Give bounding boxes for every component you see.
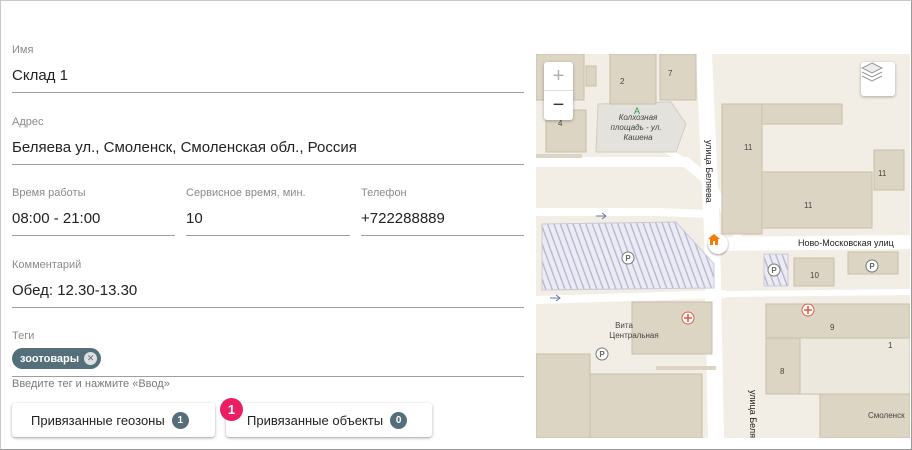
map-building bbox=[656, 366, 716, 370]
map-building bbox=[536, 353, 591, 438]
zoom-out-button[interactable]: − bbox=[544, 91, 573, 120]
parking-icon-label: P bbox=[869, 262, 875, 271]
address-field[interactable]: Адрес Беляева ул., Смоленск, Смоленская … bbox=[12, 116, 524, 165]
map-label-7: 7 bbox=[668, 69, 673, 78]
map-label-11c: 11 bbox=[804, 201, 813, 210]
map-road bbox=[725, 289, 910, 297]
address-label: Адрес bbox=[12, 116, 44, 128]
service-time-input[interactable]: 10 bbox=[186, 209, 350, 236]
map-label-street-belyaeva: улица Беляева bbox=[704, 140, 714, 203]
map-road bbox=[536, 290, 727, 304]
service-time-field[interactable]: Сервисное время, мин. 10 bbox=[186, 187, 350, 236]
map-label-10: 10 bbox=[810, 271, 819, 280]
linked-geozones-label: Привязанные геозоны bbox=[31, 412, 165, 428]
map-label-pharmacy-line1: Вита bbox=[615, 321, 633, 330]
parking-icon-label: P bbox=[771, 266, 777, 275]
comment-label: Комментарий bbox=[12, 259, 82, 271]
home-icon bbox=[708, 234, 720, 245]
parking-icon-label: P bbox=[599, 350, 605, 359]
map-building bbox=[761, 171, 873, 229]
map-label-2: 2 bbox=[620, 77, 625, 86]
map-building bbox=[659, 54, 697, 101]
comment-input[interactable]: Обед: 12.30-13.30 bbox=[12, 281, 524, 308]
hours-field[interactable]: Время работы 08:00 - 21:00 bbox=[12, 187, 175, 236]
map-building bbox=[721, 103, 763, 235]
service-time-label: Сервисное время, мин. bbox=[186, 187, 306, 199]
linked-objects-label: Привязанные объекты bbox=[247, 412, 384, 428]
map-label-9: 9 bbox=[830, 323, 835, 332]
tags-input[interactable]: зоотовары ✕ bbox=[12, 346, 524, 377]
linked-objects-button[interactable]: Привязанные объекты 0 bbox=[226, 403, 432, 437]
step-marker: 1 bbox=[220, 398, 243, 421]
tags-hint: Введите тег и нажмите «Ввод» bbox=[12, 378, 170, 390]
map-label-smolensk: Смоленск bbox=[868, 411, 905, 420]
map-building bbox=[799, 337, 910, 395]
map-building bbox=[631, 301, 713, 355]
map-label-11b: 11 bbox=[878, 169, 887, 178]
comment-field[interactable]: Комментарий Обед: 12.30-13.30 bbox=[12, 259, 524, 308]
map-building bbox=[609, 54, 657, 105]
map-building bbox=[589, 373, 703, 438]
zoom-control: + − bbox=[544, 62, 573, 120]
map-building bbox=[536, 154, 582, 158]
phone-field[interactable]: Телефон +722288889 bbox=[361, 187, 524, 236]
map-label-square-3: Кашена bbox=[623, 133, 653, 142]
phone-label: Телефон bbox=[361, 187, 407, 199]
map-label-square-2: площадь - ул. bbox=[610, 123, 661, 132]
phone-input[interactable]: +722288889 bbox=[361, 209, 524, 236]
bus-stop-icon: A bbox=[634, 106, 640, 116]
tag-chip-label: зоотовары bbox=[20, 352, 80, 365]
warehouse-location-marker[interactable] bbox=[708, 234, 728, 254]
map-building bbox=[585, 65, 597, 87]
tags-field[interactable]: Теги зоотовары ✕ bbox=[12, 330, 524, 377]
zoom-in-button[interactable]: + bbox=[544, 62, 573, 91]
hours-input[interactable]: 08:00 - 21:00 bbox=[12, 209, 175, 236]
map-building bbox=[765, 303, 910, 339]
map-label-4: 4 bbox=[558, 119, 563, 128]
map-road bbox=[536, 208, 713, 218]
remove-tag-icon[interactable]: ✕ bbox=[84, 352, 98, 365]
map-label-pharmacy-line2: Центральная bbox=[609, 331, 658, 340]
linked-geozones-button[interactable]: Привязанные геозоны 1 bbox=[12, 403, 215, 437]
linked-geozones-count-badge: 1 bbox=[171, 411, 189, 429]
map-label-8: 8 bbox=[780, 367, 785, 376]
name-field[interactable]: Имя Склад 1 bbox=[12, 44, 524, 93]
address-input[interactable]: Беляева ул., Смоленск, Смоленская обл., … bbox=[12, 138, 524, 165]
hours-label: Время работы bbox=[12, 187, 86, 199]
map-label-1: 1 bbox=[888, 341, 893, 350]
tags-label: Теги bbox=[12, 330, 35, 342]
name-input[interactable]: Склад 1 bbox=[12, 66, 524, 93]
map-building bbox=[761, 103, 843, 125]
map-building bbox=[765, 337, 801, 395]
map-layers-button[interactable] bbox=[861, 62, 895, 96]
tag-chip[interactable]: зоотовары ✕ bbox=[12, 348, 102, 369]
map-road bbox=[536, 157, 716, 188]
linked-objects-count-badge: 0 bbox=[390, 411, 408, 429]
map-label-street-novomoskovskaya: Ново-Московская улиц bbox=[798, 238, 894, 248]
layers-icon bbox=[861, 62, 883, 82]
map-label-street-belyaeva-2: улица Беляева bbox=[748, 390, 758, 438]
parking-icon-label: P bbox=[625, 254, 631, 263]
name-label: Имя bbox=[12, 44, 34, 56]
map-label-11a: 11 bbox=[744, 143, 753, 152]
map-view[interactable]: 2 7 4 11 11 11 10 9 8 1 Вита Центральная… bbox=[536, 54, 910, 438]
